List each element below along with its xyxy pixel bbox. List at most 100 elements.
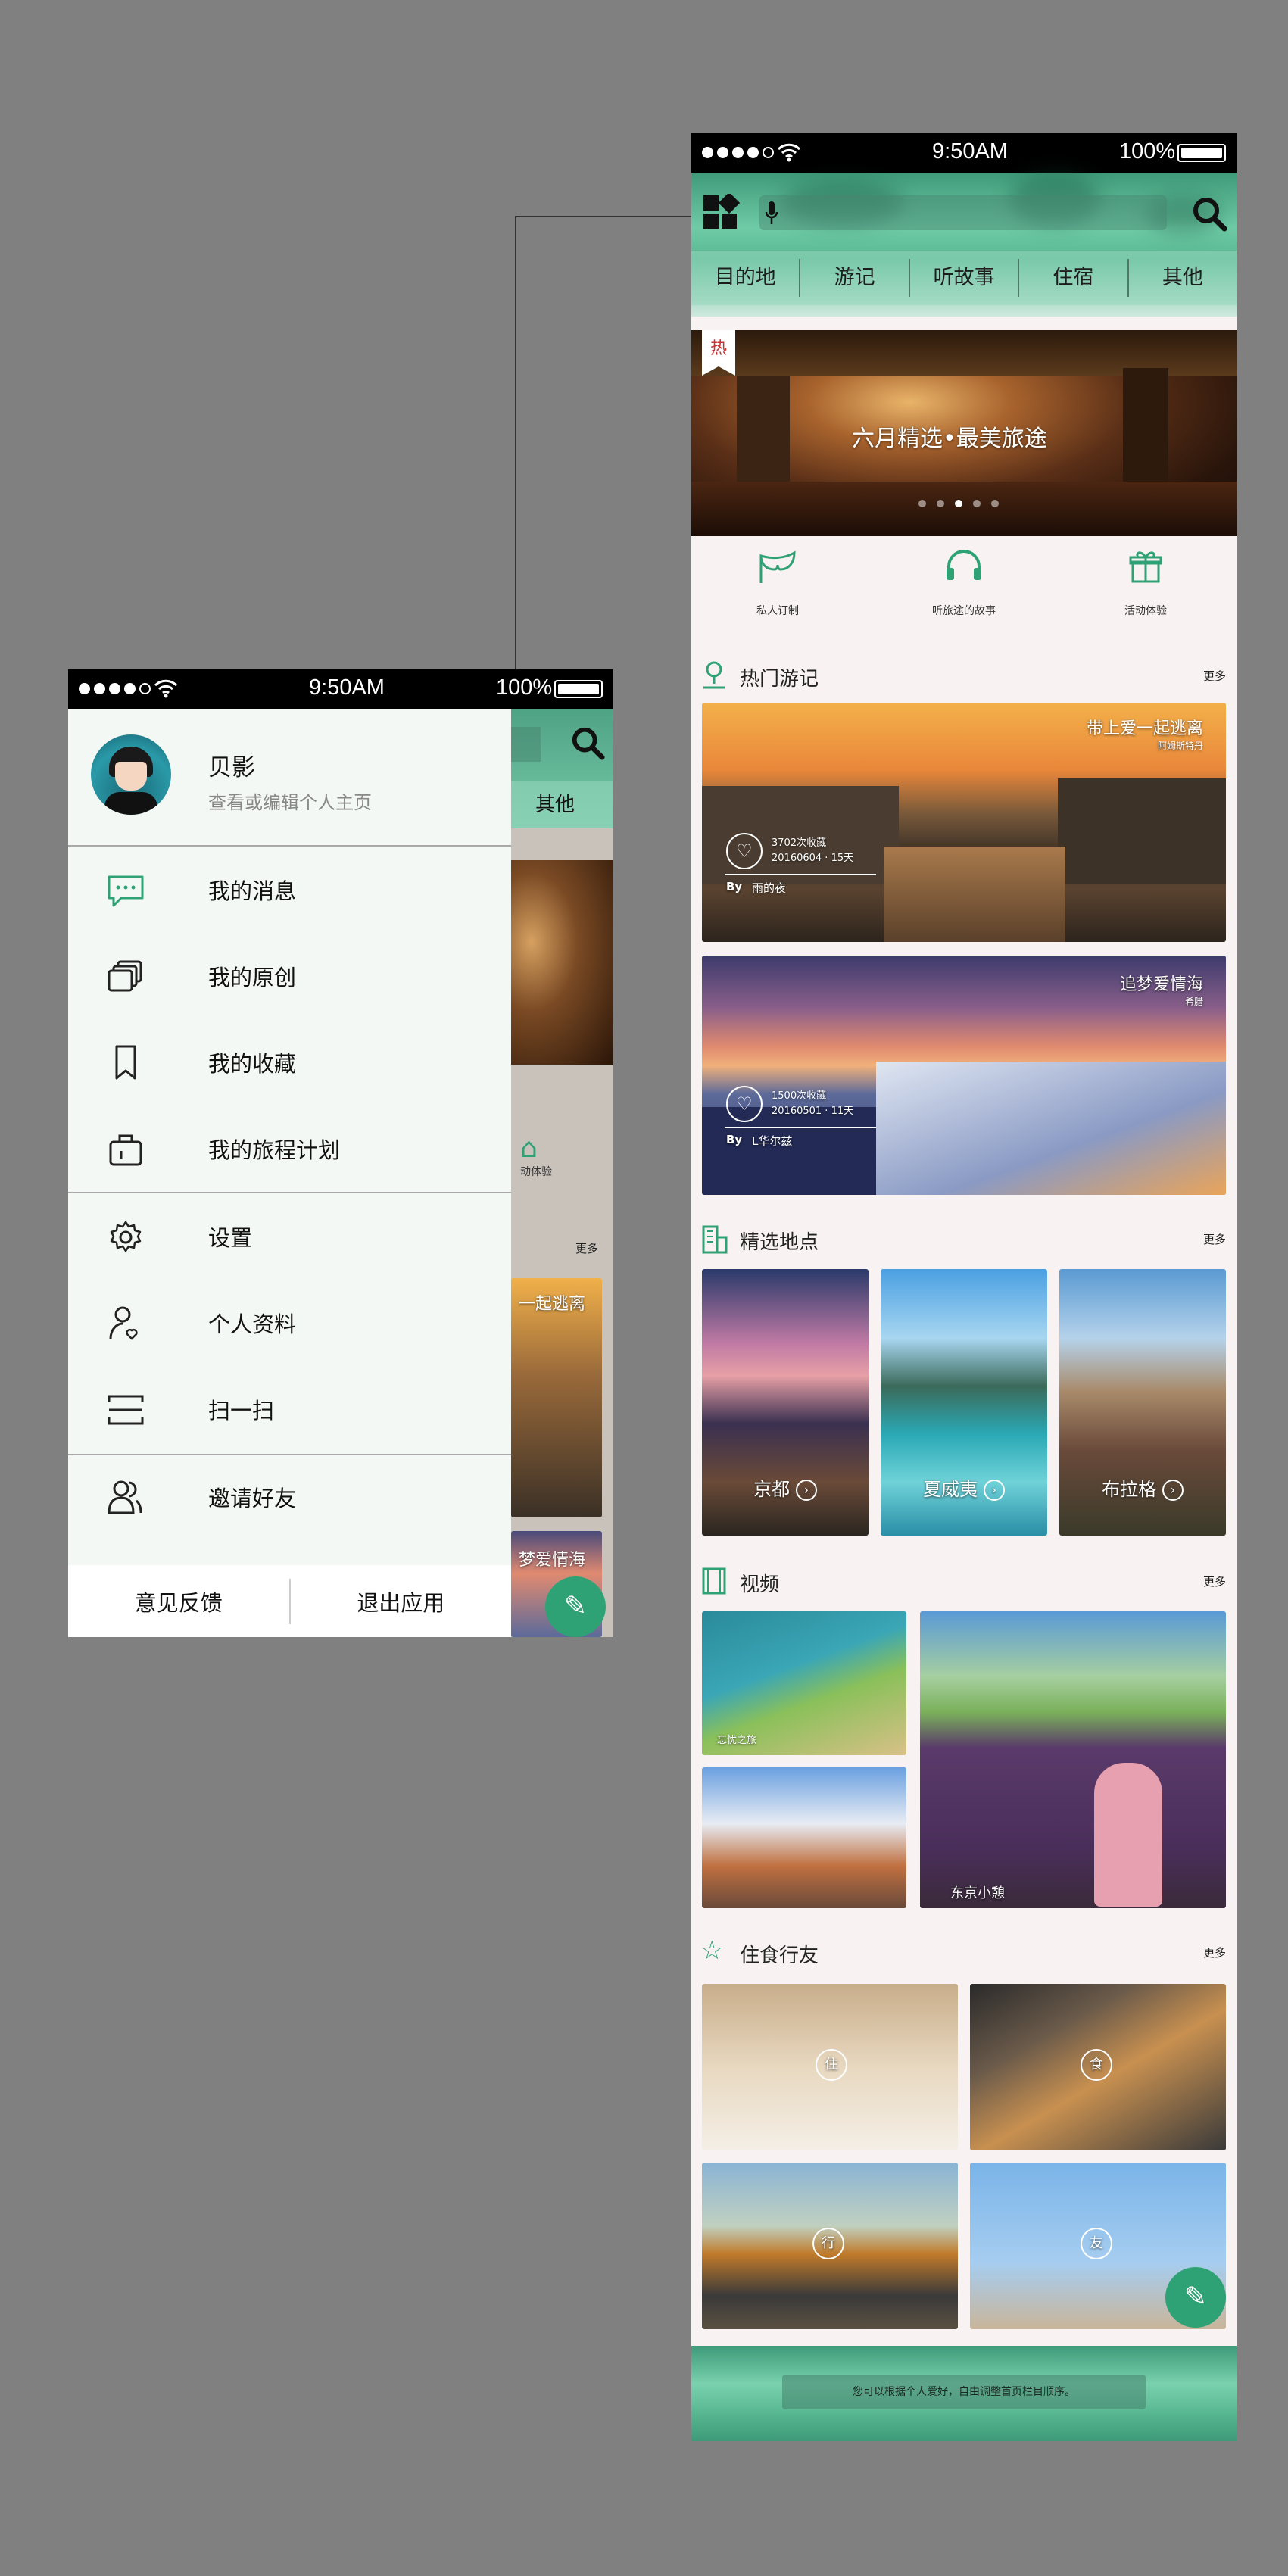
menu-item-originals[interactable]: 我的原创 [68,934,511,1019]
menu-item-invite[interactable]: 邀请好友 [68,1455,511,1540]
shortcut-label: 动体验 [520,1166,552,1178]
bookmark-icon [115,1045,136,1080]
status-time: 9:50AM [309,675,385,700]
compose-button[interactable]: ✎ [1165,2267,1226,2328]
section-hot-travel: 热门游记 更多 [691,660,1237,691]
place-card[interactable]: 夏威夷 › [881,1269,1047,1536]
hero-banner[interactable]: 热 六月精选•最美旅途 [691,330,1237,536]
video-card[interactable]: 忘忧之旅 [702,1611,906,1755]
menu-label: 扫一扫 [208,1398,275,1424]
arrow-right-icon: › [795,1480,817,1501]
menu-label: 我的消息 [208,878,297,904]
heart-icon[interactable]: ♡ [726,833,763,869]
more-link[interactable]: 更多 [1203,1944,1226,1960]
main-content-peek[interactable]: 其他 ⌂ 动体验 更多 一起逃离 梦爱情海 ✎ [511,709,613,1637]
place-card[interactable]: 布拉格 › [1059,1269,1226,1536]
person-icon [109,1306,138,1340]
gift-icon [1093,547,1199,594]
section-title: 精选地点 [740,1231,819,1254]
gear-icon [110,1221,142,1252]
video-card[interactable] [702,1767,906,1908]
profile-subtitle: 查看或编辑个人主页 [208,792,372,813]
card-title: 带上爱一起逃离 [1086,719,1203,738]
tab-other: 其他 [511,781,613,828]
profile-header[interactable]: 贝影 查看或编辑个人主页 [68,709,511,845]
film-icon [702,1567,726,1595]
card-stats: 1500次收藏 [772,1090,827,1102]
status-bar: 9:50AM 100% [691,133,1237,173]
menu-item-profile[interactable]: 个人资料 [68,1281,511,1366]
shortcut-row: 私人订制 听旅途的故事 活动体验 [691,547,1237,645]
feedback-button[interactable]: 意见反馈 [68,1586,289,1617]
bag-icon [109,1134,142,1166]
life-card-food[interactable]: 食 [970,1984,1226,2150]
travel-card[interactable]: 带上爱一起逃离 阿姆斯特丹 ♡ 3702次收藏 20160604 · 15天 B… [702,703,1226,942]
shortcut-custom[interactable]: 私人订制 [725,547,831,618]
place-name: 京都 [753,1479,791,1500]
video-title: 忘忧之旅 [717,1735,757,1746]
menu-item-messages[interactable]: 我的消息 [68,848,511,933]
more-link[interactable]: 更多 [1203,1231,1226,1247]
battery-icon [1177,144,1226,162]
menu-grid-icon[interactable] [702,194,740,232]
menu-label: 设置 [208,1225,253,1251]
arrow-right-icon: › [983,1480,1005,1501]
place-name: 布拉格 [1102,1479,1157,1500]
card-by: By [726,880,743,893]
life-card-travel[interactable]: 行 [702,2163,958,2329]
card-badge: 食 [1081,2049,1112,2081]
menu-label: 我的原创 [208,965,297,990]
section-title: 热门游记 [740,668,819,691]
card-location: 阿姆斯特丹 [1157,741,1203,751]
shortcut-label: 活动体验 [1124,605,1167,617]
search-input[interactable] [759,195,1167,230]
menu-label: 我的旅程计划 [208,1137,341,1163]
hot-tag-label: 热 [709,339,727,358]
battery-percent: 100% [496,675,553,700]
place-name: 夏威夷 [923,1479,978,1500]
search-icon[interactable] [1191,195,1227,232]
shortcut-stories[interactable]: 听旅途的故事 [911,547,1017,618]
menu-item-settings[interactable]: 设置 [68,1195,511,1280]
tab-stories[interactable]: 听故事 [910,259,1020,297]
travel-card[interactable]: 追梦爱情海 希腊 ♡ 1500次收藏 20160501 · 11天 By L华尔… [702,956,1226,1195]
footer-hint: 您可以根据个人爱好，自由调整首页栏目顺序。 [782,2375,1146,2409]
microphone-icon[interactable] [764,200,779,227]
more-link[interactable]: 更多 [1203,668,1226,684]
tab-destination[interactable]: 目的地 [691,259,801,297]
headphones-icon [911,547,1017,594]
building-icon [702,1225,728,1254]
heart-icon[interactable]: ♡ [726,1086,763,1122]
section-video: 视频 更多 [691,1566,1237,1596]
tab-lodging[interactable]: 住宿 [1019,259,1129,297]
arrow-right-icon: › [1162,1480,1184,1501]
card-badge: 友 [1081,2228,1112,2259]
card-title: 梦爱情海 [519,1551,586,1570]
logout-button[interactable]: 退出应用 [291,1586,512,1617]
tab-travelogue[interactable]: 游记 [800,259,910,297]
tab-other[interactable]: 其他 [1129,259,1237,297]
more-link: 更多 [575,1242,599,1255]
card-by: By [726,1133,743,1146]
status-bar: 9:50AM 100% [68,669,613,709]
section-title: 视频 [740,1573,780,1596]
video-title: 东京小憩 [950,1885,1005,1901]
header: 目的地 游记 听故事 住宿 其他 [691,173,1237,317]
menu-item-trip-plan[interactable]: 我的旅程计划 [68,1107,511,1192]
divider [68,845,511,847]
life-card-stay[interactable]: 住 [702,1984,958,2150]
video-card[interactable]: 东京小憩 [920,1611,1226,1908]
banner-pagination[interactable] [918,500,999,507]
more-link[interactable]: 更多 [1203,1573,1226,1589]
avatar[interactable] [91,734,171,815]
menu-item-favorites[interactable]: 我的收藏 [68,1021,511,1106]
menu-item-scan[interactable]: 扫一扫 [68,1368,511,1452]
shortcut-label: 私人订制 [756,605,799,617]
layers-icon [108,960,142,992]
card-date: 20160604 · 15天 [772,853,854,864]
banner-title: 六月精选•最美旅途 [852,426,1047,452]
footer-banner: 您可以根据个人爱好，自由调整首页栏目顺序。 [691,2346,1237,2441]
place-card[interactable]: 京都 › [702,1269,869,1536]
status-time: 9:50AM [932,139,1008,164]
shortcut-activity[interactable]: 活动体验 [1093,547,1199,618]
